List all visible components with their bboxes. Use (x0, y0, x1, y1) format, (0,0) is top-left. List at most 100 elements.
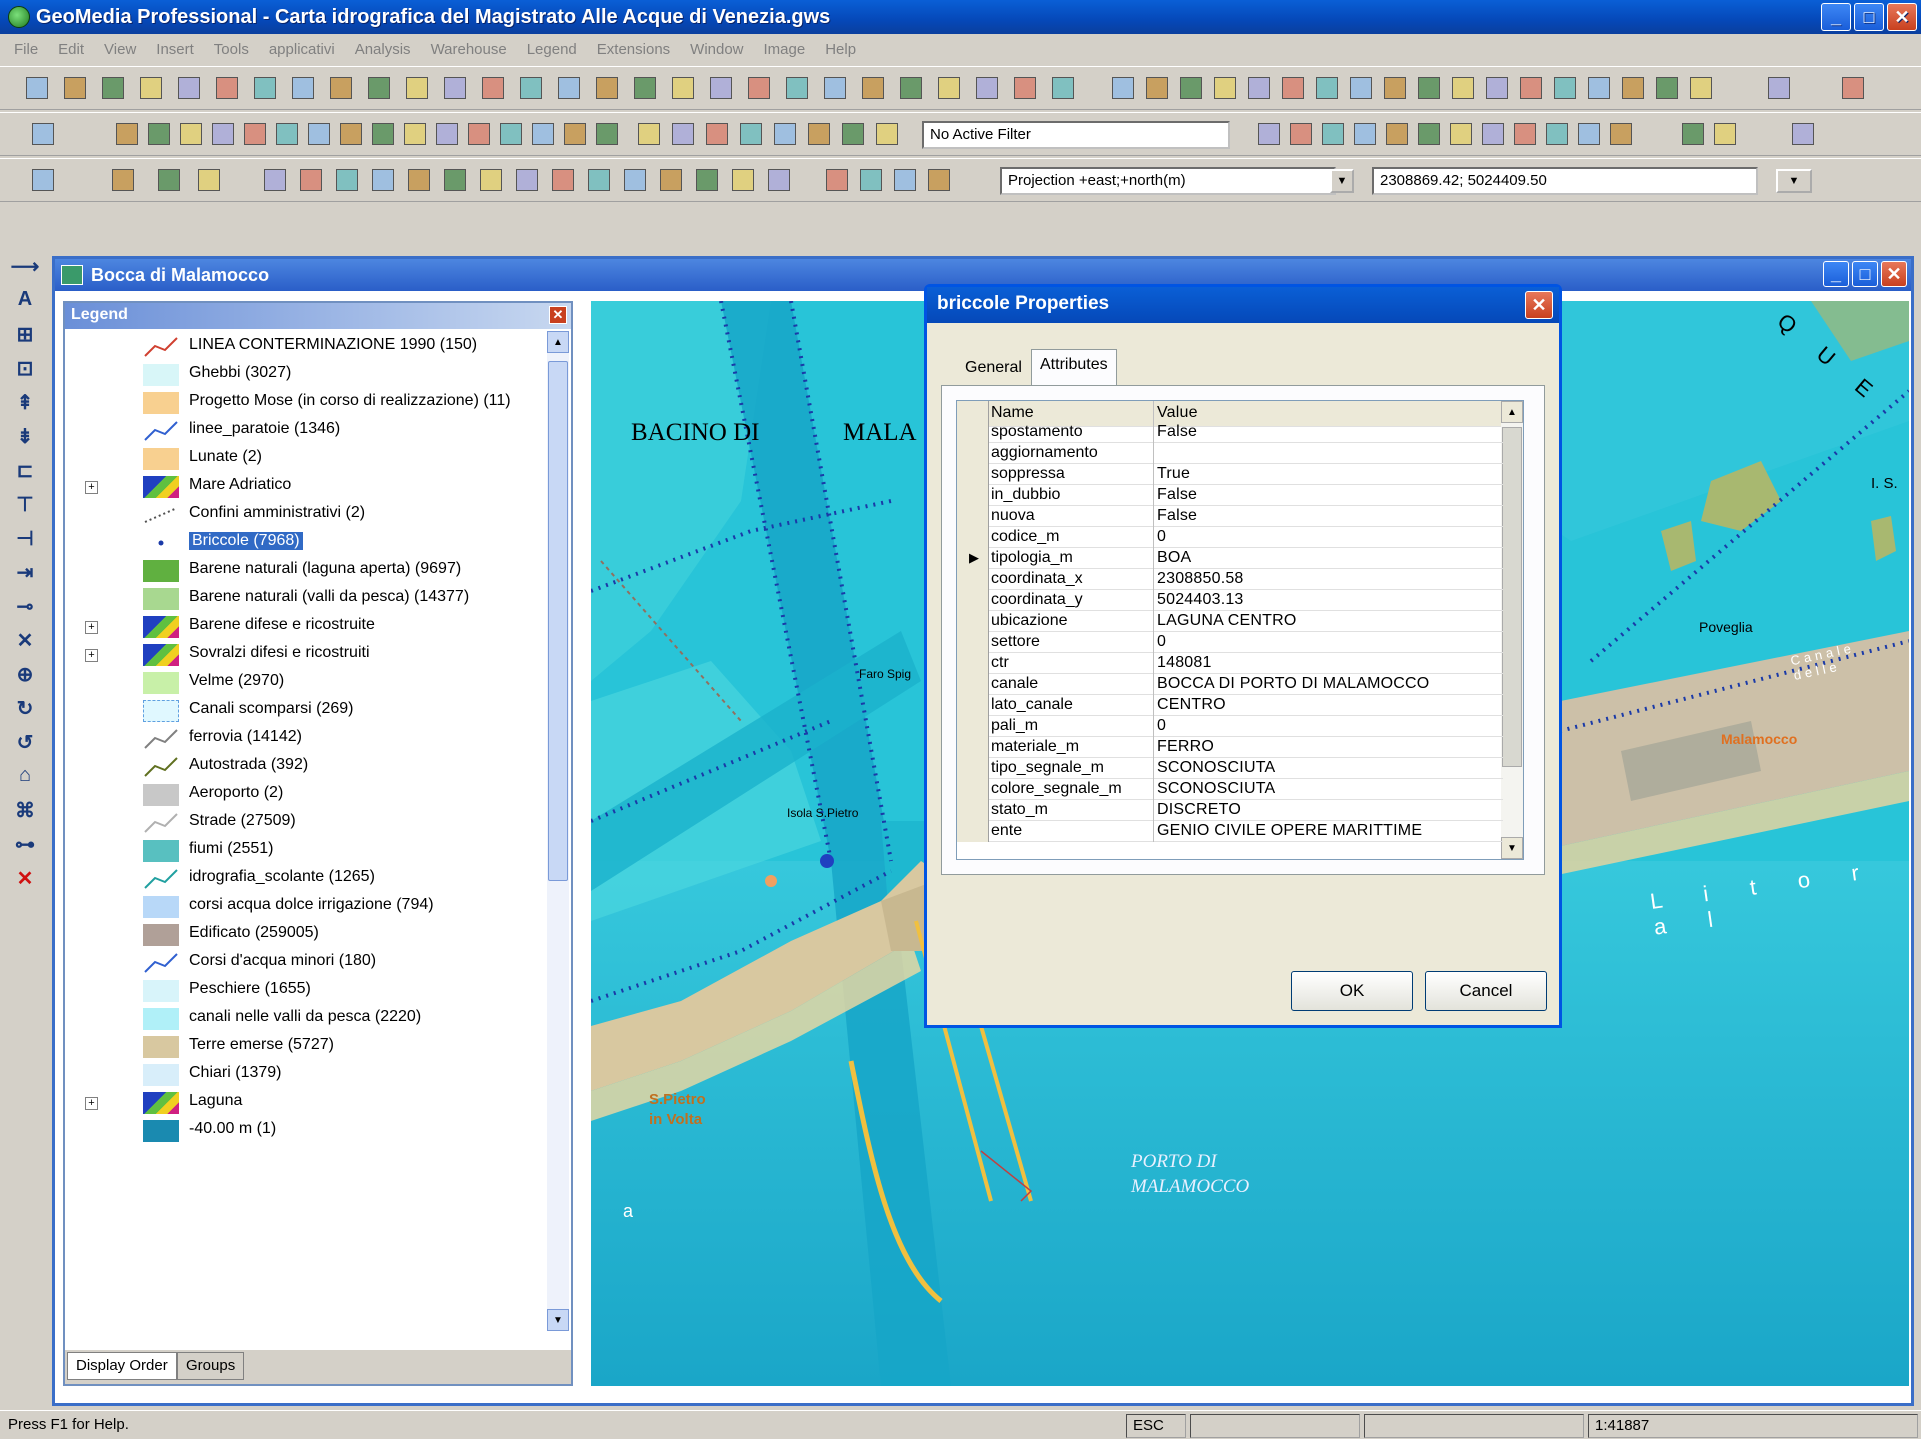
menu-warehouse[interactable]: Warehouse (421, 41, 517, 58)
toolbar-button-icon[interactable] (1552, 75, 1578, 101)
toolbar-button-icon[interactable] (1314, 75, 1340, 101)
left-tool-icon[interactable]: ⇥ (10, 560, 40, 590)
toolbar-button-icon[interactable] (1246, 75, 1272, 101)
legend-item[interactable]: Briccole (7968) (65, 529, 545, 557)
attribute-row[interactable]: pali_m 0 (957, 716, 1503, 737)
left-tool-icon[interactable]: ⌘ (10, 798, 40, 828)
toolbar-button-icon[interactable] (858, 167, 884, 193)
left-tool-icon[interactable]: A (10, 288, 40, 318)
expand-icon[interactable]: + (85, 481, 98, 494)
toolbar-button-icon[interactable] (746, 75, 772, 101)
toolbar-button-icon[interactable] (1416, 75, 1442, 101)
row-selector[interactable] (957, 821, 989, 842)
toolbar-button-icon[interactable] (670, 121, 696, 147)
attribute-row[interactable]: nuova False (957, 506, 1503, 527)
toolbar-button-icon[interactable] (478, 167, 504, 193)
dialog-close-icon[interactable]: ✕ (1525, 291, 1553, 319)
row-selector[interactable] (957, 632, 989, 653)
toolbar-button-icon[interactable] (404, 75, 430, 101)
menu-help[interactable]: Help (815, 41, 866, 58)
toolbar-button-icon[interactable] (298, 167, 324, 193)
legend-item[interactable]: Barene naturali (laguna aperta) (9697) (65, 557, 545, 585)
toolbar-button-icon[interactable] (898, 75, 924, 101)
attribute-row[interactable]: tipo_segnale_m SCONOSCIUTA (957, 758, 1503, 779)
attribute-row[interactable]: lato_canale CENTRO (957, 695, 1503, 716)
toolbar-button-icon[interactable] (1586, 75, 1612, 101)
expand-icon[interactable]: + (85, 649, 98, 662)
legend-item[interactable]: fiumi (2551) (65, 837, 545, 865)
legend-item[interactable]: Corsi d'acqua minori (180) (65, 949, 545, 977)
toolbar-button-icon[interactable] (708, 75, 734, 101)
toolbar-button-icon[interactable] (1144, 75, 1170, 101)
toolbar-button-icon[interactable] (514, 167, 540, 193)
toolbar-button-icon[interactable] (338, 121, 364, 147)
toolbar-button-icon[interactable] (370, 121, 396, 147)
toolbar-button-icon[interactable] (242, 121, 268, 147)
attribute-value[interactable]: SCONOSCIUTA (1157, 759, 1497, 777)
toolbar-button-icon[interactable] (406, 167, 432, 193)
row-selector[interactable] (957, 611, 989, 632)
attribute-row[interactable]: stato_m DISCRETO (957, 800, 1503, 821)
toolbar-button-icon[interactable] (822, 75, 848, 101)
toolbar-button-icon[interactable] (518, 75, 544, 101)
legend-item[interactable]: Barene naturali (valli da pesca) (14377) (65, 585, 545, 613)
toolbar-button-icon[interactable] (442, 167, 468, 193)
ok-button[interactable]: OK (1291, 971, 1413, 1011)
toolbar-button-icon[interactable] (480, 75, 506, 101)
row-selector[interactable] (957, 527, 989, 548)
toolbar-button-icon[interactable] (892, 167, 918, 193)
cancel-button[interactable]: Cancel (1425, 971, 1547, 1011)
legend-item[interactable]: + Barene difese e ricostruite (65, 613, 545, 641)
menu-legend[interactable]: Legend (517, 41, 587, 58)
row-selector[interactable] (957, 758, 989, 779)
toolbar-button-icon[interactable] (214, 75, 240, 101)
toolbar-button-icon[interactable] (442, 75, 468, 101)
left-tool-icon[interactable]: ⊕ (10, 662, 40, 692)
legend-item[interactable]: Peschiere (1655) (65, 977, 545, 1005)
row-selector[interactable] (957, 779, 989, 800)
menu-image[interactable]: Image (754, 41, 816, 58)
toolbar-button-icon[interactable] (550, 167, 576, 193)
legend-item[interactable]: Strade (27509) (65, 809, 545, 837)
row-selector[interactable] (957, 506, 989, 527)
attribute-row[interactable]: ▶ tipologia_m BOA (957, 548, 1503, 569)
attribute-row[interactable]: in_dubbio False (957, 485, 1503, 506)
toolbar-button-icon[interactable] (1480, 121, 1506, 147)
tab-display-order[interactable]: Display Order (67, 1352, 177, 1380)
legend-item[interactable]: + Mare Adriatico (65, 473, 545, 501)
toolbar-button-icon[interactable] (370, 167, 396, 193)
toolbar-button-icon[interactable] (704, 121, 730, 147)
minimize-button[interactable]: _ (1821, 3, 1851, 31)
legend-item[interactable]: LINEA CONTERMINAZIONE 1990 (150) (65, 333, 545, 361)
legend-item[interactable]: linee_paratoie (1346) (65, 417, 545, 445)
toolbar-button-icon[interactable] (328, 75, 354, 101)
legend-item[interactable]: Lunate (2) (65, 445, 545, 473)
legend-item[interactable]: Terre emerse (5727) (65, 1033, 545, 1061)
menu-applicativi[interactable]: applicativi (259, 41, 345, 58)
tab-attributes[interactable]: Attributes (1031, 349, 1117, 385)
attribute-value[interactable]: BOCCA DI PORTO DI MALAMOCCO (1157, 675, 1497, 693)
legend-item[interactable]: canali nelle valli da pesca (2220) (65, 1005, 545, 1033)
attribute-row[interactable]: coordinata_x 2308850.58 (957, 569, 1503, 590)
attribute-row[interactable]: ctr 148081 (957, 653, 1503, 674)
left-tool-icon[interactable]: ⊸ (10, 594, 40, 624)
toolbar-button-icon[interactable] (1790, 121, 1816, 147)
toolbar-button-icon[interactable] (1320, 121, 1346, 147)
row-selector[interactable] (957, 653, 989, 674)
toolbar-button-icon[interactable] (1448, 121, 1474, 147)
toolbar-button-icon[interactable] (1178, 75, 1204, 101)
expand-icon[interactable]: + (85, 621, 98, 634)
left-tool-icon[interactable]: ⊡ (10, 356, 40, 386)
attribute-row[interactable]: soppressa True (957, 464, 1503, 485)
scroll-down-icon[interactable]: ▼ (547, 1309, 569, 1331)
row-selector[interactable] (957, 485, 989, 506)
toolbar-button-icon[interactable] (632, 75, 658, 101)
coordinates-dropdown-arrow[interactable]: ▼ (1776, 169, 1812, 193)
attribute-value[interactable]: FERRO (1157, 738, 1497, 756)
delete-icon[interactable]: ✕ (10, 866, 40, 896)
row-selector[interactable]: ▶ (957, 548, 989, 569)
toolbar-button-icon[interactable] (622, 167, 648, 193)
attribute-value[interactable]: 148081 (1157, 654, 1497, 672)
legend-item[interactable]: + Sovralzi difesi e ricostruiti (65, 641, 545, 669)
toolbar-button-icon[interactable] (1766, 75, 1792, 101)
